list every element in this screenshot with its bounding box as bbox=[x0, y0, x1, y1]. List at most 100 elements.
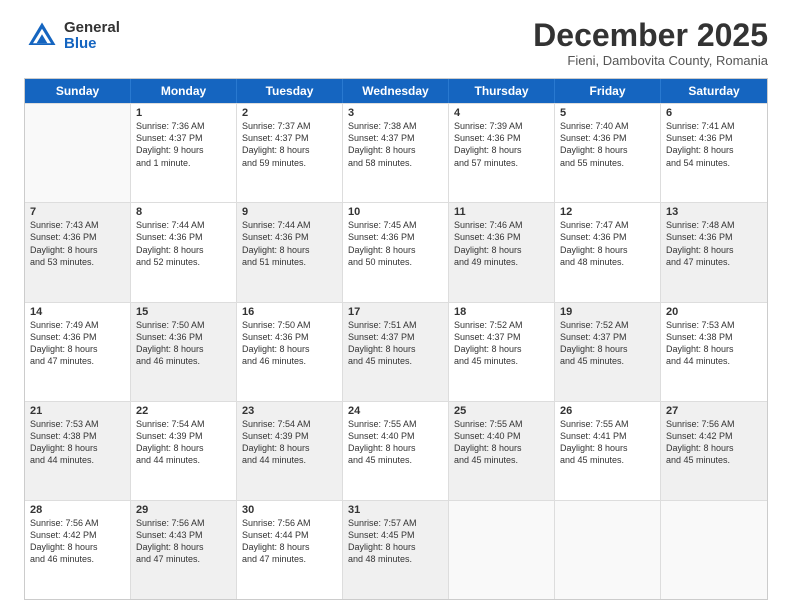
calendar-cell: 17Sunrise: 7:51 AMSunset: 4:37 PMDayligh… bbox=[343, 303, 449, 401]
calendar-cell: 15Sunrise: 7:50 AMSunset: 4:36 PMDayligh… bbox=[131, 303, 237, 401]
calendar-cell: 24Sunrise: 7:55 AMSunset: 4:40 PMDayligh… bbox=[343, 402, 449, 500]
logo-blue: Blue bbox=[64, 36, 120, 53]
day-number: 30 bbox=[242, 504, 337, 516]
page: General Blue December 2025 Fieni, Dambov… bbox=[0, 0, 792, 612]
cell-line: Sunset: 4:36 PM bbox=[30, 331, 125, 343]
calendar-cell bbox=[555, 501, 661, 599]
calendar-cell: 29Sunrise: 7:56 AMSunset: 4:43 PMDayligh… bbox=[131, 501, 237, 599]
cell-line: Daylight: 9 hours bbox=[136, 144, 231, 156]
cell-line: and 44 minutes. bbox=[30, 454, 125, 466]
cell-line: Daylight: 8 hours bbox=[348, 343, 443, 355]
cell-line: Daylight: 8 hours bbox=[454, 144, 549, 156]
cell-line: Sunrise: 7:36 AM bbox=[136, 120, 231, 132]
day-number: 16 bbox=[242, 306, 337, 318]
day-number: 26 bbox=[560, 405, 655, 417]
cell-line: Sunset: 4:43 PM bbox=[136, 529, 231, 541]
month-title: December 2025 bbox=[533, 18, 768, 53]
cell-line: Sunrise: 7:38 AM bbox=[348, 120, 443, 132]
cell-line: Daylight: 8 hours bbox=[348, 442, 443, 454]
cell-line: Sunset: 4:40 PM bbox=[348, 430, 443, 442]
cell-line: Daylight: 8 hours bbox=[30, 442, 125, 454]
cell-line: Daylight: 8 hours bbox=[242, 343, 337, 355]
calendar-cell bbox=[25, 104, 131, 202]
cell-line: Daylight: 8 hours bbox=[136, 343, 231, 355]
calendar-cell: 25Sunrise: 7:55 AMSunset: 4:40 PMDayligh… bbox=[449, 402, 555, 500]
cell-line: and 46 minutes. bbox=[242, 355, 337, 367]
cell-line: Sunset: 4:36 PM bbox=[348, 231, 443, 243]
cell-line: Sunset: 4:42 PM bbox=[30, 529, 125, 541]
cell-line: Sunset: 4:37 PM bbox=[348, 132, 443, 144]
cell-line: and 48 minutes. bbox=[560, 256, 655, 268]
cell-line: Sunset: 4:40 PM bbox=[454, 430, 549, 442]
cell-line: Sunset: 4:36 PM bbox=[242, 331, 337, 343]
cell-line: Sunset: 4:36 PM bbox=[454, 231, 549, 243]
cell-line: Sunset: 4:41 PM bbox=[560, 430, 655, 442]
day-number: 12 bbox=[560, 206, 655, 218]
cell-line: Daylight: 8 hours bbox=[560, 343, 655, 355]
cell-line: and 47 minutes. bbox=[242, 553, 337, 565]
day-number: 22 bbox=[136, 405, 231, 417]
cell-line: Daylight: 8 hours bbox=[136, 244, 231, 256]
day-number: 24 bbox=[348, 405, 443, 417]
cell-line: and 53 minutes. bbox=[30, 256, 125, 268]
cell-line: Sunrise: 7:50 AM bbox=[136, 319, 231, 331]
header-day-friday: Friday bbox=[555, 79, 661, 103]
logo-icon bbox=[24, 18, 60, 54]
calendar-cell: 23Sunrise: 7:54 AMSunset: 4:39 PMDayligh… bbox=[237, 402, 343, 500]
calendar-header: SundayMondayTuesdayWednesdayThursdayFrid… bbox=[25, 79, 767, 103]
calendar-cell bbox=[661, 501, 767, 599]
cell-line: and 48 minutes. bbox=[348, 553, 443, 565]
cell-line: Sunrise: 7:52 AM bbox=[454, 319, 549, 331]
cell-line: Sunrise: 7:54 AM bbox=[136, 418, 231, 430]
header-day-monday: Monday bbox=[131, 79, 237, 103]
cell-line: Sunset: 4:36 PM bbox=[454, 132, 549, 144]
day-number: 21 bbox=[30, 405, 125, 417]
day-number: 23 bbox=[242, 405, 337, 417]
calendar-cell: 21Sunrise: 7:53 AMSunset: 4:38 PMDayligh… bbox=[25, 402, 131, 500]
cell-line: Sunrise: 7:37 AM bbox=[242, 120, 337, 132]
calendar-cell: 31Sunrise: 7:57 AMSunset: 4:45 PMDayligh… bbox=[343, 501, 449, 599]
day-number: 19 bbox=[560, 306, 655, 318]
calendar-cell: 2Sunrise: 7:37 AMSunset: 4:37 PMDaylight… bbox=[237, 104, 343, 202]
calendar-row-4: 28Sunrise: 7:56 AMSunset: 4:42 PMDayligh… bbox=[25, 500, 767, 599]
cell-line: and 45 minutes. bbox=[666, 454, 762, 466]
header-day-sunday: Sunday bbox=[25, 79, 131, 103]
cell-line: and 1 minute. bbox=[136, 157, 231, 169]
calendar-cell: 19Sunrise: 7:52 AMSunset: 4:37 PMDayligh… bbox=[555, 303, 661, 401]
cell-line: Daylight: 8 hours bbox=[666, 343, 762, 355]
cell-line: Daylight: 8 hours bbox=[348, 144, 443, 156]
day-number: 3 bbox=[348, 107, 443, 119]
cell-line: Sunrise: 7:43 AM bbox=[30, 219, 125, 231]
calendar-cell: 27Sunrise: 7:56 AMSunset: 4:42 PMDayligh… bbox=[661, 402, 767, 500]
cell-line: Sunrise: 7:39 AM bbox=[454, 120, 549, 132]
cell-line: Daylight: 8 hours bbox=[560, 144, 655, 156]
header-day-tuesday: Tuesday bbox=[237, 79, 343, 103]
calendar-cell: 16Sunrise: 7:50 AMSunset: 4:36 PMDayligh… bbox=[237, 303, 343, 401]
cell-line: and 44 minutes. bbox=[242, 454, 337, 466]
day-number: 2 bbox=[242, 107, 337, 119]
day-number: 20 bbox=[666, 306, 762, 318]
calendar-row-3: 21Sunrise: 7:53 AMSunset: 4:38 PMDayligh… bbox=[25, 401, 767, 500]
cell-line: and 57 minutes. bbox=[454, 157, 549, 169]
cell-line: and 45 minutes. bbox=[560, 454, 655, 466]
cell-line: Sunset: 4:37 PM bbox=[136, 132, 231, 144]
cell-line: Daylight: 8 hours bbox=[666, 144, 762, 156]
cell-line: Daylight: 8 hours bbox=[242, 144, 337, 156]
cell-line: Sunset: 4:39 PM bbox=[242, 430, 337, 442]
cell-line: and 44 minutes. bbox=[666, 355, 762, 367]
cell-line: and 46 minutes. bbox=[30, 553, 125, 565]
cell-line: and 44 minutes. bbox=[136, 454, 231, 466]
cell-line: Sunrise: 7:41 AM bbox=[666, 120, 762, 132]
cell-line: and 45 minutes. bbox=[454, 355, 549, 367]
cell-line: Daylight: 8 hours bbox=[454, 244, 549, 256]
day-number: 17 bbox=[348, 306, 443, 318]
cell-line: Sunrise: 7:56 AM bbox=[666, 418, 762, 430]
cell-line: Sunset: 4:36 PM bbox=[560, 132, 655, 144]
cell-line: Daylight: 8 hours bbox=[348, 541, 443, 553]
day-number: 15 bbox=[136, 306, 231, 318]
cell-line: Daylight: 8 hours bbox=[242, 244, 337, 256]
cell-line: and 52 minutes. bbox=[136, 256, 231, 268]
cell-line: Sunrise: 7:56 AM bbox=[30, 517, 125, 529]
day-number: 5 bbox=[560, 107, 655, 119]
day-number: 8 bbox=[136, 206, 231, 218]
